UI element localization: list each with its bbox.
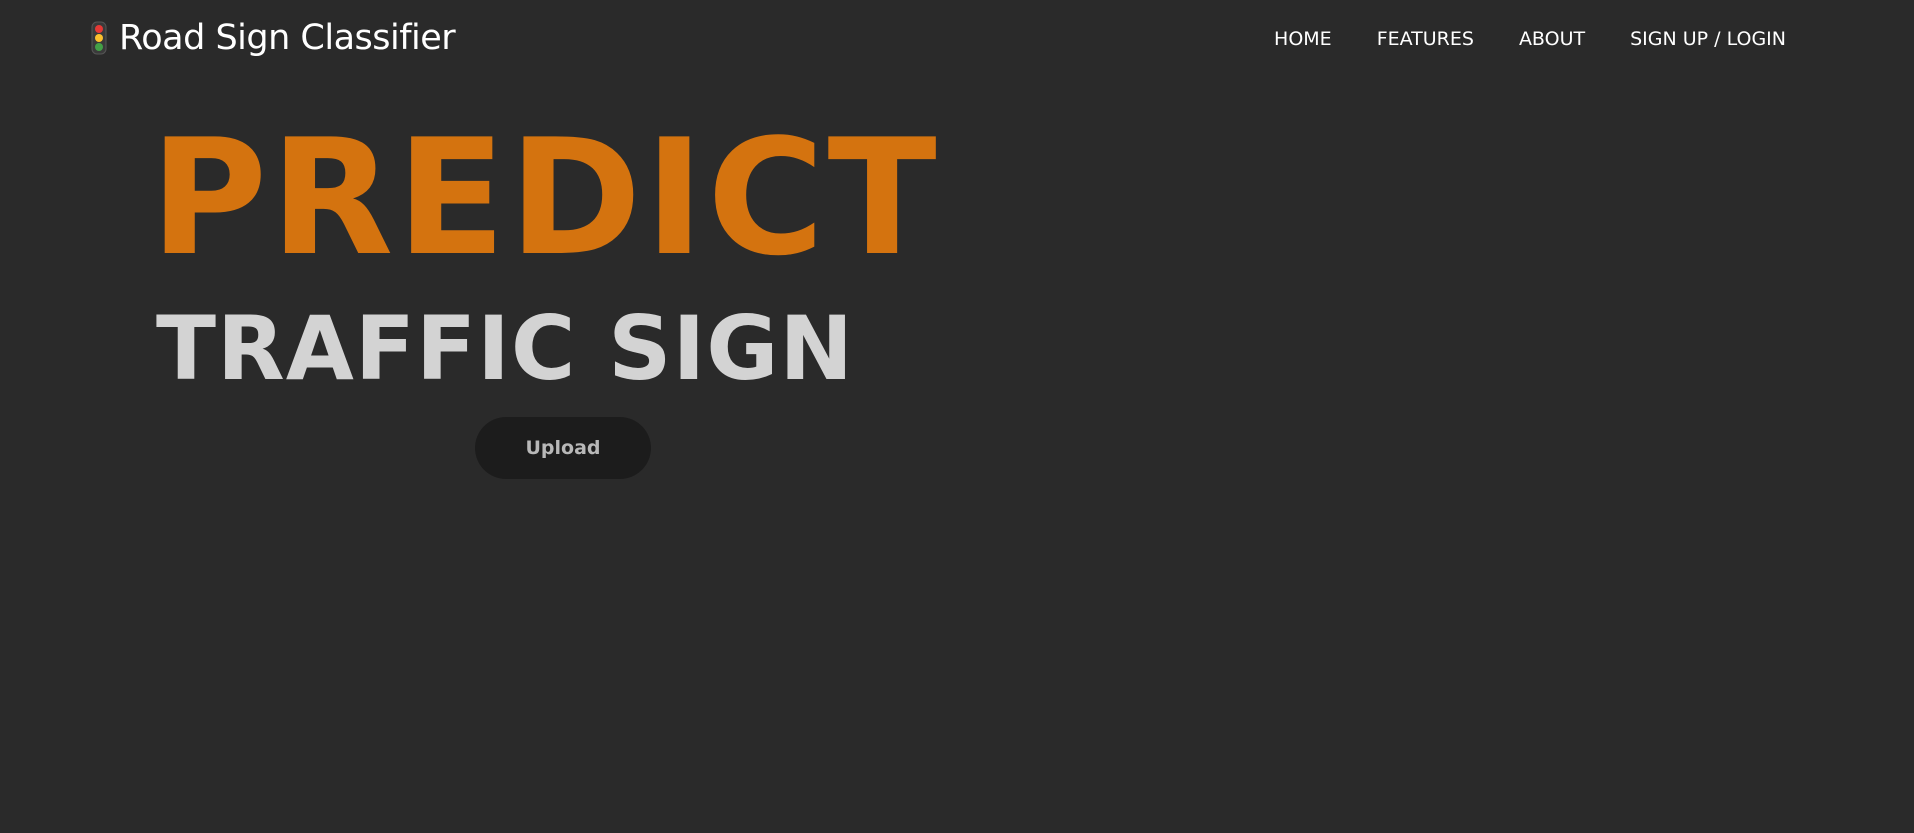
brand[interactable]: Road Sign Classifier <box>90 18 456 58</box>
upload-button[interactable]: Upload <box>475 417 651 479</box>
traffic-light-icon <box>91 21 107 55</box>
nav-links: HOME FEATURES ABOUT SIGN UP / LOGIN <box>1274 28 1786 50</box>
brand-title: Road Sign Classifier <box>119 18 456 58</box>
nav-about-link[interactable]: ABOUT <box>1519 28 1585 50</box>
page: Road Sign Classifier HOME FEATURES ABOUT… <box>0 0 1914 833</box>
hero-subtitle: TRAFFIC SIGN <box>156 297 855 400</box>
nav-features-link[interactable]: FEATURES <box>1377 28 1474 50</box>
nav-home-link[interactable]: HOME <box>1274 28 1332 50</box>
nav-signup-login-link[interactable]: SIGN UP / LOGIN <box>1630 28 1786 50</box>
navbar: Road Sign Classifier HOME FEATURES ABOUT… <box>0 0 1914 80</box>
hero-title: PREDICT <box>150 104 940 291</box>
